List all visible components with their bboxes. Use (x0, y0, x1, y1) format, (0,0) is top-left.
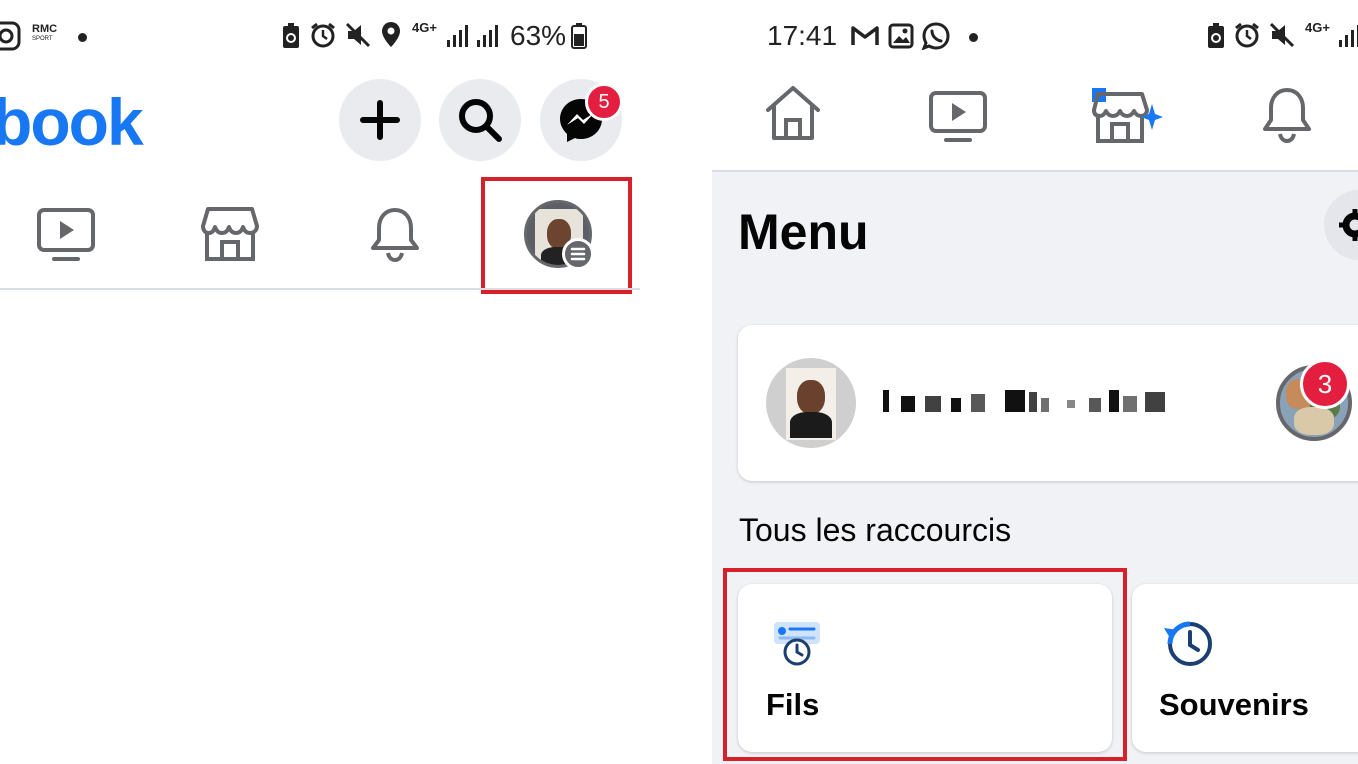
status-bar-left: RMC SPORT 4G+ 63% (0, 18, 712, 58)
notification-dot (78, 33, 87, 42)
notifications-icon[interactable] (368, 206, 422, 262)
location-icon (382, 22, 400, 47)
network-type-right: 4G+ (1305, 20, 1330, 35)
signal-icon-2 (477, 25, 498, 47)
signal-icon-right (1339, 25, 1358, 47)
watch-tab-icon[interactable] (928, 90, 988, 144)
plus-icon (360, 100, 400, 140)
profile-name-redacted (883, 388, 1183, 418)
battery-saver-icon (283, 23, 299, 48)
notifications-tab-icon[interactable] (1260, 86, 1314, 144)
story-badge: 3 (1300, 359, 1350, 409)
tabs-divider (0, 288, 640, 290)
profile-card[interactable]: 3 (738, 325, 1358, 481)
battery-saver-icon-right (1208, 23, 1224, 48)
highlight-profile-menu (481, 177, 632, 294)
gmail-icon (851, 26, 879, 45)
network-type: 4G+ (412, 20, 437, 35)
gear-icon (1339, 209, 1358, 241)
search-icon (459, 99, 502, 142)
marketplace-tab-icon[interactable] (1090, 86, 1164, 144)
gallery-icon (888, 23, 914, 49)
notification-dot-right (969, 33, 978, 42)
shortcut-label-souvenirs: Souvenirs (1159, 687, 1309, 722)
home-icon[interactable] (764, 84, 822, 142)
create-button[interactable] (339, 79, 421, 161)
status-bar-right: 17:41 4G+ (712, 18, 1358, 58)
memories-icon (1164, 621, 1212, 666)
profile-avatar (766, 358, 856, 448)
messenger-badge: 5 (585, 83, 623, 121)
marketplace-icon[interactable] (200, 206, 260, 262)
search-button[interactable] (439, 79, 521, 161)
battery-percent: 63% (510, 20, 567, 51)
clock: 17:41 (767, 20, 838, 51)
right-screen: 17:41 4G+ Menu 3 Tous les raccourcis Fil… (712, 0, 1358, 764)
instagram-icon (0, 21, 21, 51)
mute-icon-right (1269, 22, 1295, 48)
facebook-logo[interactable]: book (0, 84, 144, 160)
whatsapp-icon (922, 22, 950, 50)
shortcuts-title: Tous les raccourcis (739, 512, 1012, 548)
mute-icon (345, 22, 371, 48)
highlight-fils (723, 568, 1127, 761)
menu-title: Menu (738, 204, 869, 260)
watch-icon[interactable] (36, 207, 96, 263)
signal-icon (447, 25, 468, 47)
shortcut-souvenirs[interactable]: Souvenirs (1132, 584, 1358, 752)
alarm-icon-right (1235, 22, 1259, 48)
left-screen: RMC SPORT 4G+ 63% book 5 (0, 0, 712, 764)
alarm-icon (311, 22, 335, 48)
rmc-logo: RMC SPORT (32, 23, 58, 43)
battery-icon (571, 23, 587, 49)
